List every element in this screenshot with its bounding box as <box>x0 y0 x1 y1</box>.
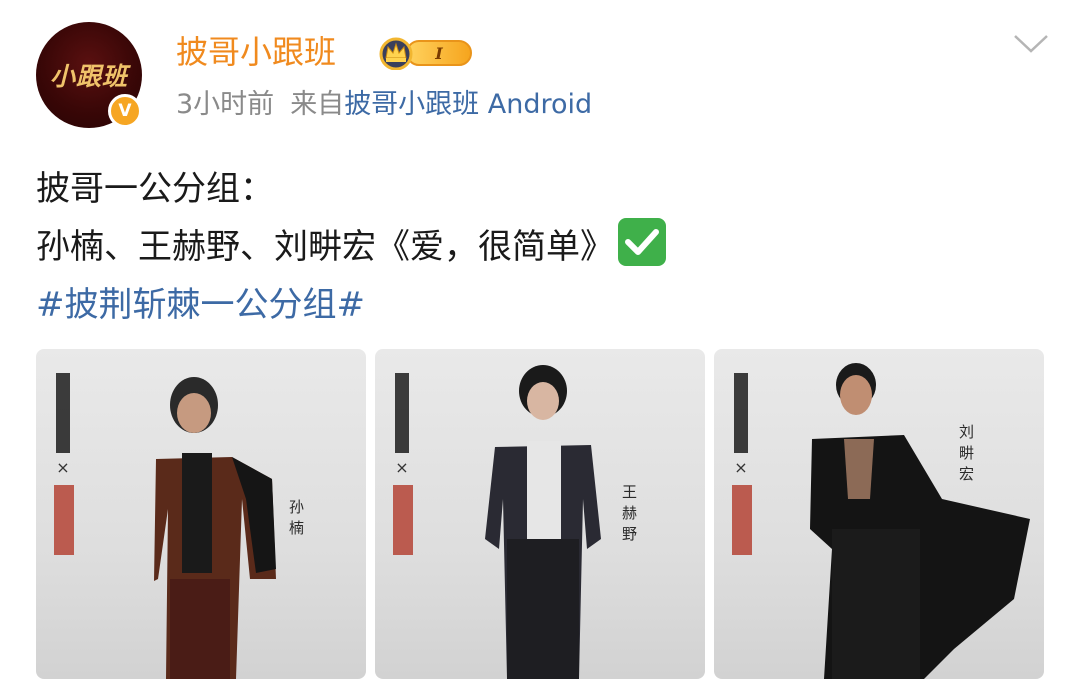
source-link[interactable]: 披哥小跟班 Android <box>344 89 592 120</box>
content-line-2: 孙楠、王赫野、刘畊宏《爱，很简单》 <box>36 218 666 276</box>
post-time: 3小时前 <box>176 89 275 120</box>
source-prefix: 来自 <box>290 89 345 120</box>
photo-1[interactable]: × 孙楠 <box>36 349 366 679</box>
level-text: I <box>435 43 443 63</box>
content-line-2-text: 孙楠、王赫野、刘畊宏《爱，很简单》 <box>36 227 614 267</box>
member-level-badge[interactable]: I <box>376 34 474 70</box>
username-link[interactable]: 披哥小跟班 <box>176 30 336 74</box>
crown-icon <box>379 37 413 70</box>
verified-badge-icon: V <box>108 94 142 128</box>
content-line-1: 披哥一公分组： <box>36 169 274 209</box>
post-content: 披哥一公分组： 孙楠、王赫野、刘畊宏《爱，很简单》 #披荆斩棘一公分组# <box>36 160 666 334</box>
person-name: 孙楠 <box>287 499 305 541</box>
avatar-logo-text: 小跟班 <box>49 62 128 91</box>
chevron-down-icon[interactable] <box>1012 32 1050 56</box>
photo-2[interactable]: × 王赫野 <box>375 349 705 679</box>
hashtag-link[interactable]: #披荆斩棘一公分组# <box>36 276 666 334</box>
check-mark-emoji <box>618 218 666 266</box>
photo-3[interactable]: × 刘畊宏 <box>714 349 1044 679</box>
person-figure <box>810 363 1030 679</box>
person-name: 刘畊宏 <box>957 424 975 487</box>
post-meta: 3小时前 来自披哥小跟班 Android <box>176 86 592 124</box>
person-name: 王赫野 <box>620 484 638 547</box>
person-figure <box>485 365 601 679</box>
person-figure <box>154 377 276 679</box>
